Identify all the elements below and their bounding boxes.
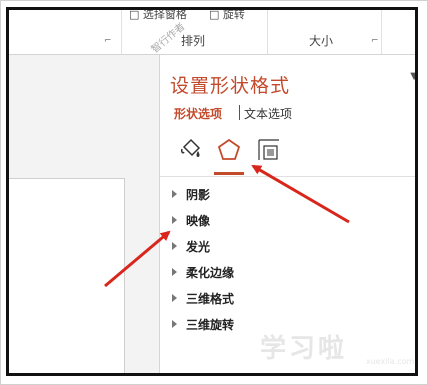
panel-options-icon[interactable]: ▼ [410, 71, 415, 82]
launcher-icon[interactable]: ⌐ [104, 36, 112, 46]
ribbon-separator [267, 10, 268, 54]
size-launcher-icon[interactable]: ⌐ [371, 36, 379, 46]
slide-canvas[interactable] [9, 178, 125, 373]
size-properties-icon[interactable] [256, 137, 282, 163]
expand-triangle-icon [172, 320, 177, 328]
ribbon: □ 选择窗格 □ 旋转 ⌐ 排列 大小 ⌐ [9, 10, 415, 55]
ribbon-separator [121, 10, 122, 54]
group-label-arrange: 排列 [181, 34, 206, 48]
group-label-size: 大小 [309, 34, 334, 48]
expand-triangle-icon [172, 216, 177, 224]
active-icon-indicator [214, 172, 244, 175]
section-glow[interactable]: 发光 [172, 237, 210, 255]
screenshot-frame: □ 选择窗格 □ 旋转 ⌐ 排列 大小 ⌐ 智行作者 设置形状格式 ▼ 形状选项… [6, 7, 418, 376]
section-3d-format[interactable]: 三维格式 [172, 289, 234, 307]
tab-shape-options[interactable]: 形状选项 [174, 105, 222, 122]
ribbon-separator [381, 10, 382, 54]
panel-title: 设置形状格式 [170, 75, 291, 97]
rotate-button[interactable]: □ 旋转 [209, 10, 245, 22]
panel-divider [160, 176, 415, 177]
tab-text-options[interactable]: 文本选项 [244, 105, 292, 122]
section-3d-rotation[interactable]: 三维旋转 [172, 315, 234, 333]
expand-triangle-icon [172, 190, 177, 198]
section-soft-edges[interactable]: 柔化边缘 [172, 263, 234, 281]
expand-triangle-icon [172, 242, 177, 250]
expand-triangle-icon [172, 268, 177, 276]
watermark-logo: 学习啦 [260, 334, 348, 364]
effects-pentagon-icon[interactable] [216, 137, 242, 163]
section-reflection[interactable]: 映像 [172, 211, 210, 229]
format-shape-panel: 设置形状格式 ▼ 形状选项 文本选项 阴影 映像 发光 柔化边缘 三维格式 三维… [159, 55, 415, 373]
tab-divider [239, 105, 240, 120]
expand-triangle-icon [172, 294, 177, 302]
watermark-url: xuexila.com [366, 357, 415, 366]
section-shadow[interactable]: 阴影 [172, 185, 210, 203]
fill-line-icon[interactable] [178, 137, 204, 163]
